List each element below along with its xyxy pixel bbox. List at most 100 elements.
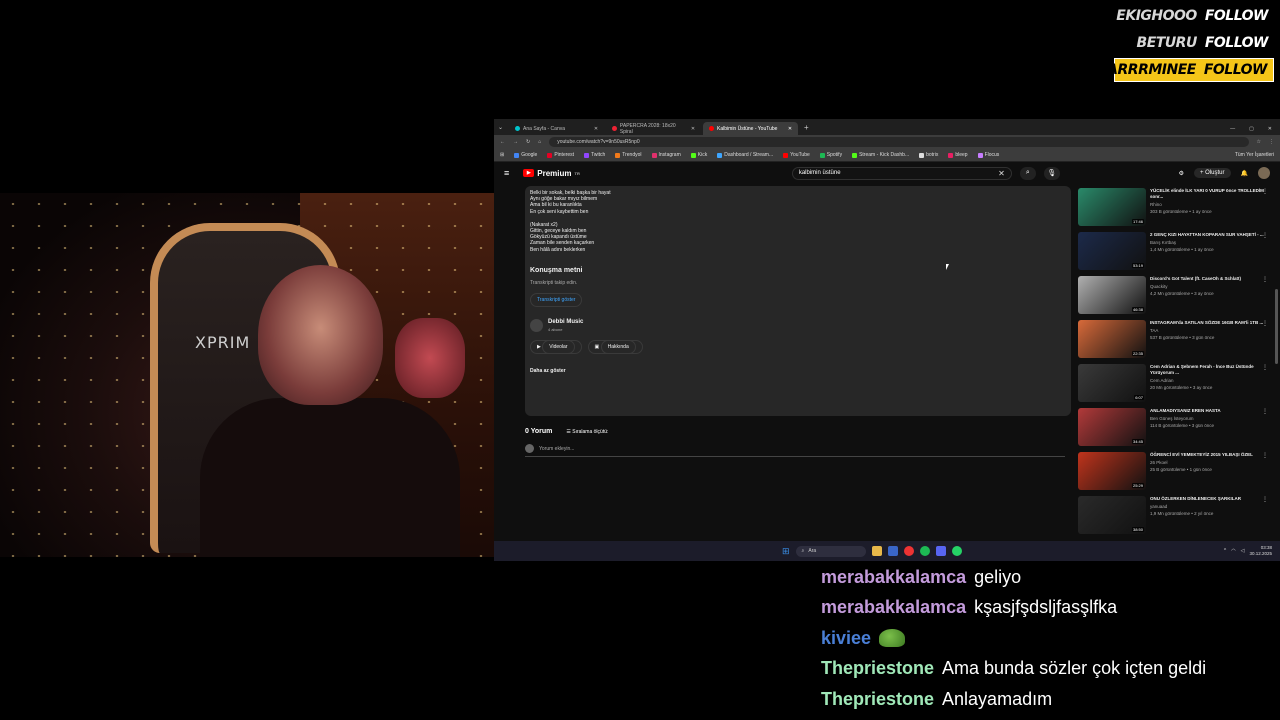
close-tab-icon[interactable]: ✕ <box>691 126 695 132</box>
extensions-icon[interactable]: ⋮ <box>1269 139 1274 145</box>
wifi-icon[interactable]: ◠ <box>1231 548 1235 554</box>
minimize-icon[interactable]: — <box>1230 126 1235 132</box>
volume-icon[interactable]: ◁ <box>1241 548 1245 554</box>
microphone-icon[interactable]: 🎙 <box>1043 166 1060 180</box>
video-title[interactable]: 2 GENÇ KIZI HAYATTAN KOPARAN SUR VAHŞETİ… <box>1150 232 1268 238</box>
bookmark-item[interactable]: Twitch <box>584 152 605 158</box>
channel-info[interactable]: Debbi Music 4 abone <box>530 318 1066 332</box>
create-button[interactable]: + Oluştur <box>1194 168 1231 178</box>
tab-papercra[interactable]: PAPERCRA 2028: 18x20 Spiral ✕ <box>606 122 701 135</box>
channel-avatar[interactable] <box>530 318 543 332</box>
video-thumbnail[interactable]: 53:19 <box>1078 232 1146 270</box>
video-title[interactable]: ONU ÖZLERKEN DİNLENECEK ŞARKILAR <box>1150 496 1268 502</box>
video-channel[interactable]: Cem Adrian <box>1150 378 1268 383</box>
bookmark-item[interactable]: botrix <box>919 152 938 158</box>
search-input[interactable]: kalbimin üstüne ✕ <box>791 166 1012 180</box>
account-avatar[interactable] <box>1258 167 1270 179</box>
cast-icon[interactable]: ⚙ <box>1179 170 1184 177</box>
close-window-icon[interactable]: ✕ <box>1268 126 1272 132</box>
chat-username[interactable]: Thepriestone <box>821 658 934 679</box>
close-tab-icon[interactable]: ✕ <box>594 126 598 132</box>
clock[interactable]: 03:38 30.12.2025 <box>1249 545 1272 557</box>
bookmark-item[interactable]: bleep <box>948 152 968 158</box>
about-button[interactable]: ▣ Hakkında <box>587 339 643 354</box>
video-title[interactable]: YÜCELİK elinde İLK YARI 0 VURUP önce TRO… <box>1150 188 1268 200</box>
taskbar-search[interactable]: ⌕ Ara <box>795 545 866 557</box>
video-thumbnail[interactable]: 25:29 <box>1078 452 1146 490</box>
video-channel[interactable]: yanuaad <box>1150 504 1268 509</box>
chat-username[interactable]: Thepriestone <box>821 689 934 710</box>
video-thumbnail[interactable]: 6:07 <box>1078 364 1146 402</box>
comment-input[interactable]: Yorum ekleyin... <box>525 444 1065 457</box>
channel-name[interactable]: Debbi Music <box>548 319 583 325</box>
home-icon[interactable]: ⌂ <box>538 139 541 145</box>
close-tab-icon[interactable]: ✕ <box>788 126 792 132</box>
file-explorer-icon[interactable] <box>871 546 882 556</box>
store-icon[interactable] <box>887 546 898 556</box>
more-options-icon[interactable]: ⋮ <box>1262 232 1268 239</box>
reload-icon[interactable]: ↻ <box>526 139 530 145</box>
all-bookmarks-link[interactable]: Tüm Yer İşaretleri <box>1235 152 1274 158</box>
recommended-video[interactable]: 46:38 Discord's Got Talent (ft. CaseOh & … <box>1078 276 1268 320</box>
bookmark-item[interactable]: Trendyol <box>615 152 642 158</box>
video-channel[interactable]: Ben Güneş İsteyorum <box>1150 416 1268 421</box>
discord-icon[interactable] <box>935 546 946 556</box>
apps-grid-icon[interactable]: ⊞ <box>500 152 504 158</box>
more-options-icon[interactable]: ⋮ <box>1262 188 1268 195</box>
clear-search-icon[interactable]: ✕ <box>998 169 1005 178</box>
chat-username[interactable]: kiviee <box>821 628 871 649</box>
chat-username[interactable]: merabakkalamca <box>821 567 966 588</box>
video-title[interactable]: Discord's Got Talent (ft. CaseOh & Schla… <box>1150 276 1268 282</box>
video-channel[interactable]: TAA <box>1150 328 1268 333</box>
recommended-video[interactable]: 22:35 INSTAGRAM'da SATILAN SÖZDE 16GB RAM… <box>1078 320 1268 364</box>
tab-canva[interactable]: Ana Sayfa - Canva ✕ <box>509 122 604 135</box>
spotify-icon[interactable] <box>919 546 930 556</box>
tab-list-icon[interactable]: ⌄ <box>498 124 503 131</box>
more-options-icon[interactable]: ⋮ <box>1262 496 1268 503</box>
back-icon[interactable]: ← <box>500 139 505 145</box>
videos-button[interactable]: ▶ Videolar <box>530 339 582 354</box>
tab-youtube[interactable]: Kalbimin Üstüne - YouTube ✕ <box>703 122 799 135</box>
recommended-video[interactable]: 25:29 ÖĞRENCİ EVİ YEMEKTEYİZ 2015 YILBAŞI… <box>1078 452 1268 496</box>
video-channel[interactable]: Barış Kırtbaş <box>1150 240 1268 245</box>
video-title[interactable]: INSTAGRAM'da SATILAN SÖZDE 16GB RAM'li 1… <box>1150 320 1268 326</box>
menu-icon[interactable]: ≡ <box>504 168 509 178</box>
video-channel[interactable]: Rhino <box>1150 202 1268 207</box>
video-title[interactable]: ANLAMADIYSANIZ EREN HASTA <box>1150 408 1268 414</box>
video-channel[interactable]: 26 Pkoel <box>1150 460 1268 465</box>
sort-button[interactable]: ☰ Sıralama ölçütü: <box>566 429 608 435</box>
show-less-button[interactable]: Daha az göster <box>530 368 1066 374</box>
start-icon[interactable]: ⊞ <box>782 546 790 557</box>
bookmark-item[interactable]: Stream - Kick Dashb... <box>852 152 909 158</box>
bookmark-item[interactable]: Dashboard / Stream... <box>717 152 773 158</box>
more-options-icon[interactable]: ⋮ <box>1262 408 1268 415</box>
video-thumbnail[interactable]: 17:46 <box>1078 188 1146 226</box>
more-options-icon[interactable]: ⋮ <box>1262 364 1268 371</box>
chrome-icon[interactable] <box>903 546 914 556</box>
recommended-video[interactable]: 34:45 ANLAMADIYSANIZ EREN HASTA Ben Güneş … <box>1078 408 1268 452</box>
video-thumbnail[interactable]: 38:50 <box>1078 496 1146 534</box>
video-thumbnail[interactable]: 46:38 <box>1078 276 1146 314</box>
more-options-icon[interactable]: ⋮ <box>1262 320 1268 327</box>
url-field[interactable]: youtube.com/watch?v=9n50usR5np0 <box>549 137 1249 147</box>
bookmark-item[interactable]: YouTube <box>783 152 810 158</box>
bookmark-item[interactable]: Pinterest <box>547 152 574 158</box>
new-tab-button[interactable]: + <box>804 123 809 132</box>
recommended-video[interactable]: 17:46 YÜCELİK elinde İLK YARI 0 VURUP önc… <box>1078 188 1268 232</box>
bookmark-star-icon[interactable]: ☆ <box>1257 139 1261 145</box>
video-title[interactable]: Cem Adrian & Şebnem Ferah - İnce Buz Üst… <box>1150 364 1268 376</box>
more-options-icon[interactable]: ⋮ <box>1262 452 1268 459</box>
youtube-premium-logo[interactable]: ▶ Premium TR <box>523 169 580 178</box>
whatsapp-icon[interactable] <box>951 546 962 556</box>
video-channel[interactable]: Quackity <box>1150 284 1268 289</box>
scrollbar[interactable] <box>1275 289 1278 364</box>
video-title[interactable]: ÖĞRENCİ EVİ YEMEKTEYİZ 2015 YILBAŞI ÖZEL <box>1150 452 1268 458</box>
bookmark-item[interactable]: Instagram <box>651 152 681 158</box>
recommended-video[interactable]: 6:07 Cem Adrian & Şebnem Ferah - İnce Buz… <box>1078 364 1268 408</box>
video-thumbnail[interactable]: 34:45 <box>1078 408 1146 446</box>
forward-icon[interactable]: → <box>513 139 518 145</box>
recommended-video[interactable]: 38:50 ONU ÖZLERKEN DİNLENECEK ŞARKILAR yan… <box>1078 496 1268 540</box>
bookmark-item[interactable]: Spotify <box>819 152 842 158</box>
recommended-video[interactable]: 53:19 2 GENÇ KIZI HAYATTAN KOPARAN SUR VA… <box>1078 232 1268 276</box>
search-icon[interactable]: ⌕ <box>1019 166 1036 180</box>
